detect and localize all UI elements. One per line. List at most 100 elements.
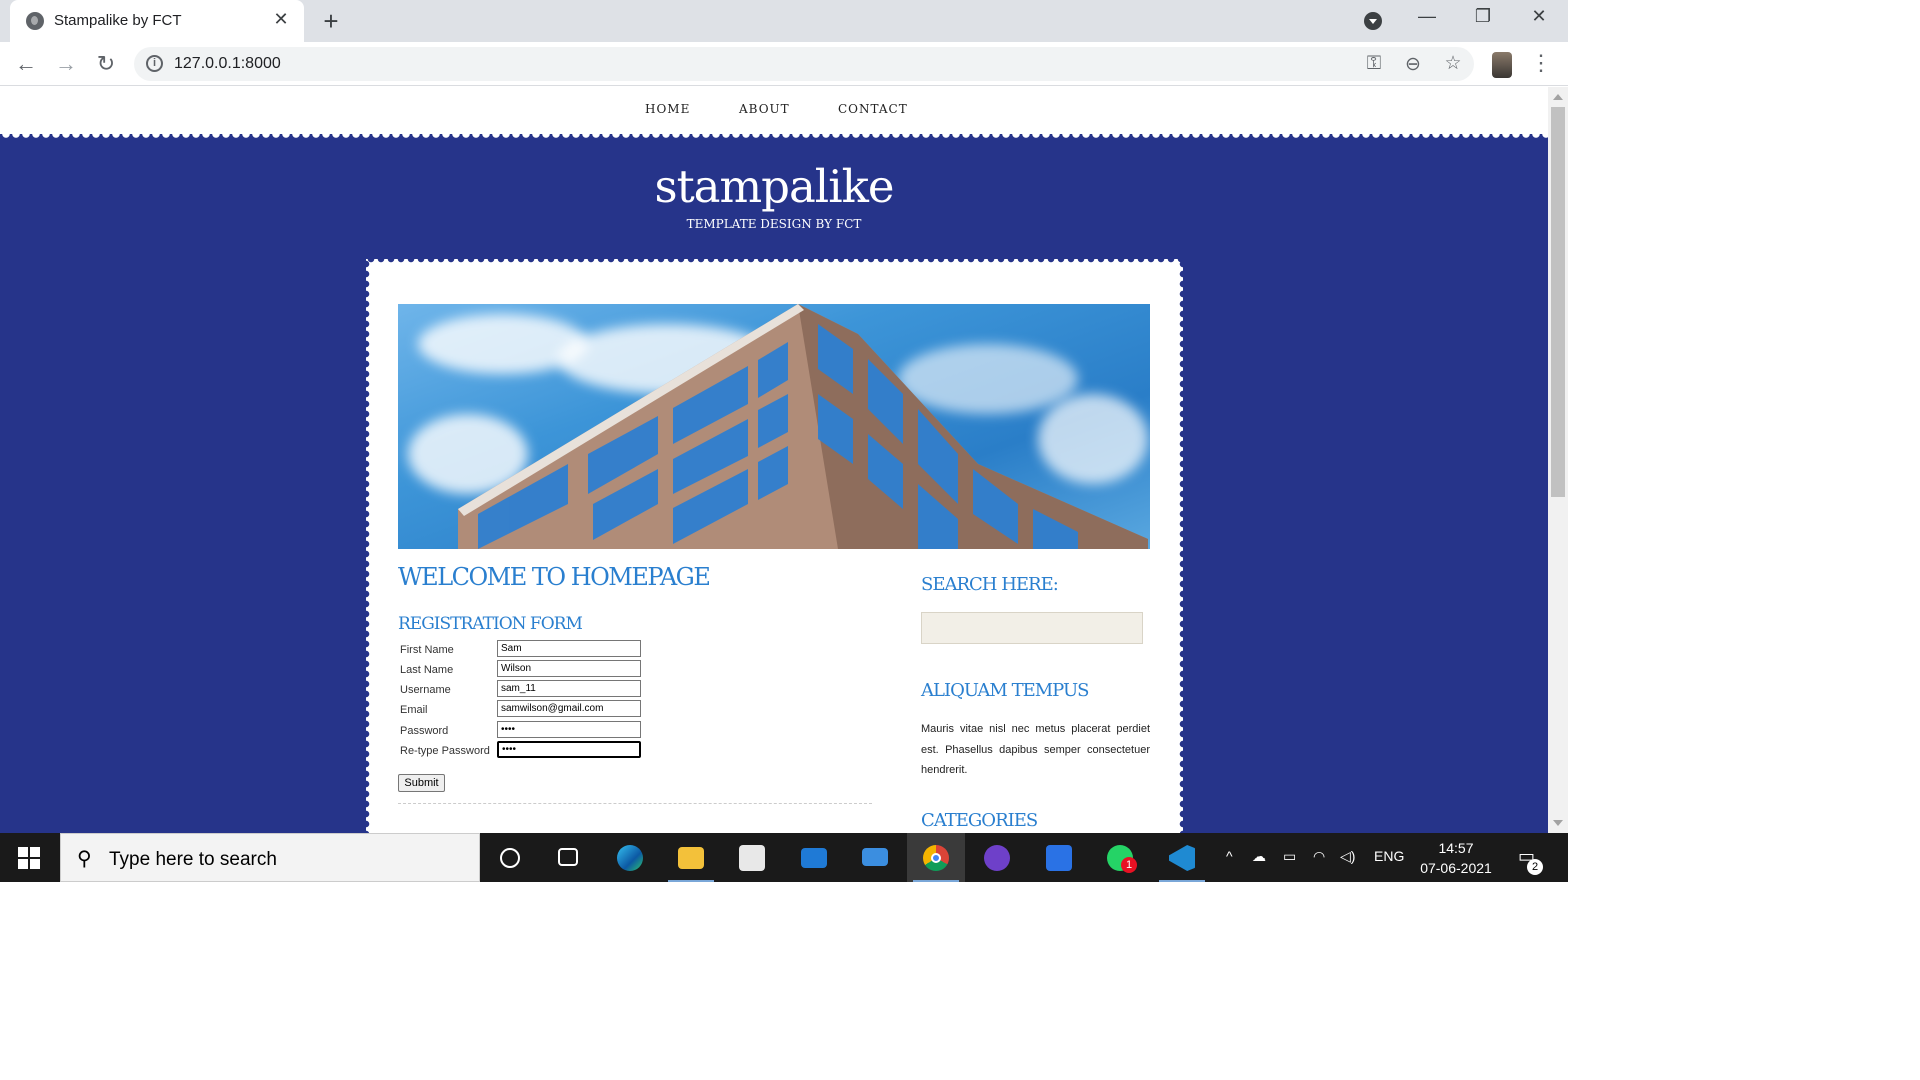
first-name-row: First Name bbox=[400, 640, 660, 660]
mail-icon bbox=[801, 848, 827, 868]
registration-form-title: REGISTRATION FORM bbox=[398, 614, 583, 634]
vscode-icon bbox=[1169, 845, 1195, 871]
taskbar-file-explorer[interactable] bbox=[662, 833, 720, 882]
email-field[interactable] bbox=[497, 700, 641, 717]
scroll-up-icon[interactable] bbox=[1553, 94, 1563, 100]
tab-title: Stampalike by FCT bbox=[54, 12, 182, 29]
stamp-edge-top bbox=[366, 253, 1183, 265]
browser-tab-strip: Stampalike by FCT ✕ + — ❐ ✕ bbox=[0, 0, 1568, 42]
tray-chevron-icon[interactable]: ^ bbox=[1226, 848, 1233, 864]
nav-about[interactable]: ABOUT bbox=[739, 102, 790, 116]
globe-icon bbox=[26, 12, 44, 30]
last-name-label: Last Name bbox=[400, 664, 454, 676]
taskbar-clock[interactable]: 14:57 07-06-2021 bbox=[1418, 838, 1494, 878]
taskbar-chrome[interactable] bbox=[907, 833, 965, 882]
tab-search-icon[interactable] bbox=[1364, 12, 1382, 30]
windows-taskbar: ⚲ Type here to search 1 ^ ☁ ▭ ◠ ◁) ENG 1… bbox=[0, 833, 1568, 882]
clock-date: 07-06-2021 bbox=[1420, 860, 1492, 876]
computer-icon bbox=[862, 848, 888, 866]
key-icon[interactable]: ⚿ bbox=[1362, 53, 1386, 75]
forward-icon[interactable]: → bbox=[52, 51, 80, 77]
clock-time: 14:57 bbox=[1438, 840, 1474, 856]
page-viewport: HOME ABOUT CONTACT stampalike TEMPLATE D… bbox=[0, 87, 1548, 833]
star-icon[interactable]: ☆ bbox=[1441, 52, 1465, 75]
content-divider bbox=[398, 803, 872, 804]
first-name-field[interactable] bbox=[497, 640, 641, 657]
hero-building-image bbox=[398, 304, 1150, 549]
taskbar-edge[interactable] bbox=[601, 833, 659, 882]
cortana-button[interactable] bbox=[480, 833, 538, 882]
browser-tab[interactable]: Stampalike by FCT ✕ bbox=[10, 0, 304, 42]
notification-count: 2 bbox=[1527, 859, 1543, 875]
close-window-button[interactable]: ✕ bbox=[1519, 6, 1559, 27]
tab-close-icon[interactable]: ✕ bbox=[270, 9, 292, 30]
language-indicator[interactable]: ENG bbox=[1374, 848, 1404, 864]
url-text[interactable]: 127.0.0.1:8000 bbox=[174, 55, 281, 73]
stamp-edge-right bbox=[1177, 259, 1189, 833]
restore-button[interactable]: ❐ bbox=[1463, 6, 1503, 27]
taskbar-search-box[interactable]: ⚲ Type here to search bbox=[60, 833, 480, 882]
aliquam-text: Mauris vitae nisl nec metus placerat per… bbox=[921, 723, 1150, 776]
task-view-button[interactable] bbox=[540, 833, 598, 882]
wifi-icon[interactable]: ◠ bbox=[1313, 848, 1325, 865]
minimize-button[interactable]: — bbox=[1407, 6, 1447, 27]
reload-icon[interactable]: ↻ bbox=[92, 51, 120, 77]
first-name-label: First Name bbox=[400, 644, 454, 656]
categories-heading: CATEGORIES bbox=[921, 810, 1038, 831]
battery-icon[interactable]: ▭ bbox=[1283, 848, 1296, 865]
taskbar-vscode[interactable] bbox=[1153, 833, 1211, 882]
windows-start-icon[interactable] bbox=[18, 847, 40, 869]
search-icon: ⚲ bbox=[77, 848, 92, 870]
password-field[interactable] bbox=[497, 721, 641, 738]
welcome-heading: WELCOME TO HOMEPAGE bbox=[398, 563, 711, 591]
email-label: Email bbox=[400, 704, 428, 716]
site-navigation: HOME ABOUT CONTACT bbox=[0, 87, 1548, 134]
scroll-thumb[interactable] bbox=[1551, 107, 1565, 497]
taskbar-store[interactable] bbox=[723, 833, 781, 882]
store-icon bbox=[739, 845, 765, 871]
sidebar-search-input[interactable] bbox=[921, 612, 1143, 644]
menu-icon[interactable]: ⋮ bbox=[1530, 50, 1552, 76]
taskbar-wps[interactable] bbox=[1030, 833, 1088, 882]
new-tab-button[interactable]: + bbox=[318, 6, 344, 37]
profile-avatar[interactable] bbox=[1492, 52, 1512, 78]
cloud-icon[interactable]: ☁ bbox=[1252, 848, 1266, 865]
taskbar-mail[interactable] bbox=[785, 833, 843, 882]
nav-home[interactable]: HOME bbox=[645, 102, 690, 116]
browser-toolbar: ← → ↻ i 127.0.0.1:8000 ⚿ ⊖ ☆ bbox=[0, 42, 1568, 86]
nav-contact[interactable]: CONTACT bbox=[838, 102, 908, 116]
retype-password-label: Re-type Password bbox=[400, 745, 490, 757]
taskbar-whatsapp[interactable]: 1 bbox=[1091, 833, 1149, 882]
building-graphic bbox=[458, 304, 1148, 549]
zoom-icon[interactable]: ⊖ bbox=[1401, 53, 1425, 76]
password-row: Password bbox=[400, 721, 660, 741]
cortana-icon bbox=[500, 848, 520, 868]
stamp-edge-left bbox=[360, 259, 372, 833]
taskbar-github[interactable] bbox=[968, 833, 1026, 882]
site-tagline: TEMPLATE DESIGN BY FCT bbox=[686, 217, 862, 231]
github-icon bbox=[984, 845, 1010, 871]
email-row: Email bbox=[400, 700, 660, 720]
info-icon[interactable]: i bbox=[146, 55, 163, 72]
folder-icon bbox=[678, 847, 704, 869]
username-field[interactable] bbox=[497, 680, 641, 697]
task-view-icon bbox=[558, 848, 578, 866]
password-label: Password bbox=[400, 725, 449, 737]
retype-password-field[interactable] bbox=[497, 741, 641, 758]
page-scrollbar[interactable] bbox=[1548, 87, 1568, 833]
nav-scallop-edge bbox=[0, 128, 1548, 140]
address-bar[interactable]: i 127.0.0.1:8000 bbox=[134, 47, 1474, 81]
back-icon[interactable]: ← bbox=[12, 51, 40, 77]
site-logo[interactable]: stampalike bbox=[0, 160, 1548, 213]
volume-icon[interactable]: ◁) bbox=[1340, 848, 1355, 865]
aliquam-heading: ALIQUAM TEMPUS bbox=[921, 680, 1089, 701]
last-name-field[interactable] bbox=[497, 660, 641, 677]
taskbar-search-placeholder: Type here to search bbox=[109, 849, 277, 870]
document-icon bbox=[1046, 845, 1072, 871]
scroll-down-icon[interactable] bbox=[1553, 820, 1563, 826]
username-row: Username bbox=[400, 680, 660, 700]
taskbar-pc-app[interactable] bbox=[846, 833, 904, 882]
submit-button[interactable]: Submit bbox=[398, 774, 445, 792]
username-label: Username bbox=[400, 684, 451, 696]
last-name-row: Last Name bbox=[400, 660, 660, 680]
